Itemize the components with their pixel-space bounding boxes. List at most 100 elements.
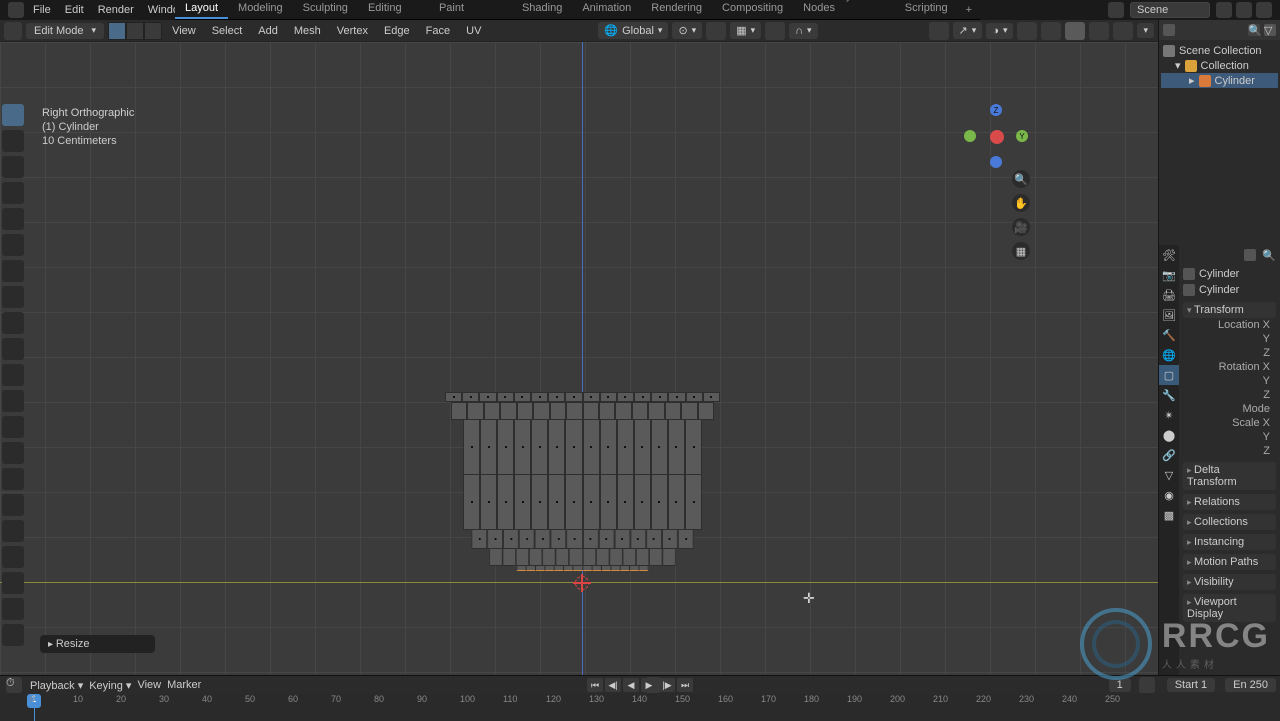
prop-tab-constraints[interactable]: 🔗 [1159, 445, 1179, 465]
tool-transform[interactable] [2, 234, 24, 256]
properties-pin-icon[interactable] [1244, 249, 1256, 261]
play-reverse-icon[interactable]: ◀ [623, 678, 639, 692]
search-icon[interactable]: 🔍 [1248, 24, 1260, 36]
tab-geometry-nodes[interactable]: Geometry Nodes [793, 0, 895, 19]
tool-loop-cut[interactable] [2, 416, 24, 438]
tool-smooth[interactable] [2, 520, 24, 542]
tab-compositing[interactable]: Compositing [712, 0, 793, 19]
tab-layout[interactable]: Layout [175, 0, 228, 19]
tool-edge-slide[interactable] [2, 546, 24, 568]
face-select-mode[interactable] [144, 22, 162, 40]
last-operator-panel[interactable]: ▸ Resize [40, 635, 155, 653]
3d-viewport[interactable]: Right Orthographic (1) Cylinder 10 Centi… [0, 42, 1158, 675]
mesh-cylinder[interactable] [445, 392, 720, 571]
start-frame-field[interactable]: Start 1 [1167, 678, 1215, 692]
editor-type-icon[interactable] [4, 22, 22, 40]
tool-spin[interactable] [2, 494, 24, 516]
vertex-select-mode[interactable] [108, 22, 126, 40]
prop-tab-particles[interactable]: ✴ [1159, 405, 1179, 425]
preview-range-icon[interactable] [1139, 677, 1155, 693]
tool-rip[interactable] [2, 624, 24, 646]
tool-add-cube[interactable] [2, 312, 24, 334]
tool-measure[interactable] [2, 286, 24, 308]
prop-tab-render[interactable]: 📷 [1159, 265, 1179, 285]
gizmo-z[interactable]: Z [990, 104, 1002, 116]
prop-tab-material[interactable]: ◉ [1159, 485, 1179, 505]
tool-scale[interactable] [2, 208, 24, 230]
tab-rendering[interactable]: Rendering [641, 0, 712, 19]
jump-first-icon[interactable]: ⏮ [587, 678, 603, 692]
menu-playback[interactable]: Playback ▾ [30, 679, 83, 692]
tool-cursor[interactable] [2, 130, 24, 152]
tab-texture-paint[interactable]: Texture Paint [429, 0, 512, 19]
prop-tab-texture[interactable]: ▩ [1159, 505, 1179, 525]
field-rotation-mode[interactable]: Mode [1183, 403, 1276, 415]
proportional-falloff[interactable]: ∩ [789, 23, 817, 39]
tool-select-box[interactable] [2, 104, 24, 126]
shading-wire-icon[interactable] [1041, 22, 1061, 40]
tool-bevel[interactable] [2, 390, 24, 412]
prop-tab-world[interactable]: 🌐 [1159, 345, 1179, 365]
menu-uv[interactable]: UV [460, 25, 487, 37]
menu-keying[interactable]: Keying ▾ [89, 679, 131, 692]
menu-view-tl[interactable]: View [137, 679, 161, 691]
xray-toggle[interactable] [1017, 22, 1037, 40]
menu-render[interactable]: Render [91, 0, 141, 20]
shading-matprev-icon[interactable] [1089, 22, 1109, 40]
shading-solid-icon[interactable] [1065, 22, 1085, 40]
gizmo-toggle[interactable]: ↗ [953, 22, 983, 39]
viewlayer-browse-icon[interactable] [1216, 2, 1232, 18]
shading-options[interactable] [1137, 23, 1154, 38]
keyframe-prev-icon[interactable]: ◀| [605, 678, 621, 692]
mode-selector[interactable]: Edit Mode [26, 23, 104, 39]
play-icon[interactable]: ▶ [641, 678, 657, 692]
menu-select[interactable]: Select [206, 25, 249, 37]
proportional-edit-toggle[interactable] [765, 22, 785, 40]
gizmo-neg-y[interactable] [964, 130, 976, 142]
gizmo-y[interactable]: Y [1016, 130, 1028, 142]
tool-inset[interactable] [2, 364, 24, 386]
panel-relations[interactable]: Relations [1183, 494, 1276, 510]
shading-rendered-icon[interactable] [1113, 22, 1133, 40]
outliner-scene-collection[interactable]: Scene Collection [1161, 44, 1278, 58]
prop-tab-data[interactable]: ▽ [1159, 465, 1179, 485]
orbit-gizmo[interactable]: Y Z [964, 104, 1028, 168]
panel-viewport-display[interactable]: Viewport Display [1183, 594, 1276, 622]
prop-tab-object[interactable]: ▢ [1159, 365, 1179, 385]
outliner-tree[interactable]: Scene Collection ▾ Collection ▸ Cylinder [1159, 40, 1280, 92]
tool-shear[interactable] [2, 598, 24, 620]
overlay-toggle[interactable]: ◑ [986, 23, 1013, 39]
panel-motion-paths[interactable]: Motion Paths [1183, 554, 1276, 570]
panel-instancing[interactable]: Instancing [1183, 534, 1276, 550]
viewlayer-new-icon[interactable] [1236, 2, 1252, 18]
prop-tab-tool[interactable]: 🛠 [1159, 245, 1179, 265]
end-frame-field[interactable]: En 250 [1225, 678, 1276, 692]
menu-view[interactable]: View [166, 25, 202, 37]
panel-transform[interactable]: Transform [1183, 302, 1276, 318]
panel-delta-transform[interactable]: Delta Transform [1183, 462, 1276, 490]
menu-marker[interactable]: Marker [167, 679, 201, 691]
panel-visibility[interactable]: Visibility [1183, 574, 1276, 590]
grid-icon[interactable]: ▦ [1012, 242, 1030, 260]
menu-vertex[interactable]: Vertex [331, 25, 374, 37]
panel-collections[interactable]: Collections [1183, 514, 1276, 530]
tab-uv-editing[interactable]: UV Editing [358, 0, 429, 19]
tab-scripting[interactable]: Scripting [895, 0, 958, 19]
tool-knife[interactable] [2, 442, 24, 464]
editor-type-icon[interactable]: ⏱ [6, 677, 22, 693]
search-icon[interactable]: 🔍 [1262, 249, 1276, 262]
visibility-icon[interactable] [929, 22, 949, 40]
keyframe-next-icon[interactable]: |▶ [659, 678, 675, 692]
jump-last-icon[interactable]: ⏭ [677, 678, 693, 692]
scene-selector[interactable]: Scene [1130, 2, 1210, 18]
viewlayer-remove-icon[interactable] [1256, 2, 1272, 18]
tab-shading[interactable]: Shading [512, 0, 572, 19]
tool-rotate[interactable] [2, 182, 24, 204]
prop-tab-output[interactable]: 🖨 [1159, 285, 1179, 305]
tab-animation[interactable]: Animation [572, 0, 641, 19]
snap-toggle[interactable] [706, 22, 726, 40]
properties-datablock[interactable]: Cylinder [1183, 282, 1276, 298]
tool-shrink[interactable] [2, 572, 24, 594]
tab-modeling[interactable]: Modeling [228, 0, 293, 19]
tool-annotate[interactable] [2, 260, 24, 282]
